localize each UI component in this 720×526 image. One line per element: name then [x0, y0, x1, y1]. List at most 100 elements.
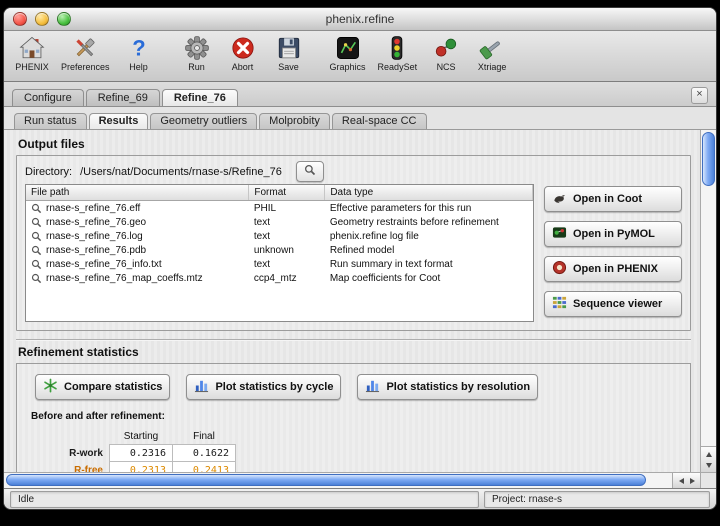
statistics-buttons-row: Compare statistics Plot statistics by cy…	[35, 374, 678, 400]
tab-refine-76[interactable]: Refine_76	[162, 89, 238, 106]
vertical-scrollbar[interactable]	[700, 130, 716, 473]
file-data-type: phenix.refine log file	[325, 229, 533, 243]
file-path: rnase-s_refine_76_info.txt	[46, 259, 162, 270]
file-format: text	[249, 229, 325, 243]
plot-statistics-by-cycle-button[interactable]: Plot statistics by cycle	[186, 374, 341, 400]
title-bar[interactable]: phenix.refine	[4, 8, 716, 31]
vertical-scrollbar-thumb[interactable]	[702, 132, 715, 186]
toolbar-label: Xtriage	[478, 62, 507, 72]
scroll-right-arrow[interactable]	[690, 478, 695, 484]
file-format: PHIL	[249, 201, 325, 216]
column-data-type[interactable]: Data type	[325, 185, 533, 201]
button-label: Plot statistics by cycle	[215, 381, 333, 393]
file-row[interactable]: rnase-s_refine_76.geotextGeometry restra…	[26, 215, 533, 229]
question-icon: ?	[125, 34, 153, 62]
horizontal-scrollbar-arrows	[672, 473, 701, 488]
toolbar-label: Run	[188, 62, 205, 72]
file-row[interactable]: rnase-s_refine_76_map_coeffs.mtz ccp4_mtz…	[26, 271, 533, 285]
toolbar-label: NCS	[437, 62, 456, 72]
toolbar-label: PHENIX	[15, 62, 49, 72]
toolbar-ncs-button[interactable]: NCS	[424, 33, 468, 73]
button-label: Open in PyMOL	[573, 228, 655, 240]
coot-bird-icon	[552, 190, 567, 208]
toolbar-abort-button[interactable]: Abort	[221, 33, 265, 73]
file-row[interactable]: rnase-s_refine_76.logtextphenix.refine l…	[26, 229, 533, 243]
stats-table-body: R-work0.23160.1622R-free0.23130.2413Bond…	[45, 445, 236, 474]
refinement-stats-table: Starting Final R-work0.23160.1622R-free0…	[45, 428, 236, 473]
output-files-table[interactable]: File path Format Data type rnase-s_refin…	[25, 184, 534, 322]
file-format: unknown	[249, 243, 325, 257]
toolbar-xtriage-button[interactable]: Xtriage	[470, 33, 514, 73]
tab-refine-69[interactable]: Refine_69	[86, 89, 160, 106]
toolbar-label: Graphics	[330, 62, 366, 72]
scroll-left-arrow[interactable]	[679, 478, 684, 484]
column-format[interactable]: Format	[249, 185, 325, 201]
magnifier-icon	[31, 217, 42, 228]
refinement-statistics-heading: Refinement statistics	[18, 345, 691, 359]
magnifier-icon	[31, 245, 42, 256]
sequence-viewer-button[interactable]: Sequence viewer	[544, 291, 682, 317]
horizontal-scrollbar-thumb[interactable]	[6, 474, 646, 486]
file-path: rnase-s_refine_76.pdb	[46, 245, 146, 256]
toolbar: PHENIX Preferences ? Help Run Abort Save…	[4, 31, 716, 82]
tab-results[interactable]: Results	[89, 113, 149, 129]
file-format: ccp4_mtz	[249, 271, 325, 285]
file-format: text	[249, 257, 325, 271]
file-row[interactable]: rnase-s_refine_76.eff PHILEffective param…	[26, 201, 533, 216]
plot-statistics-by-resolution-button[interactable]: Plot statistics by resolution	[357, 374, 538, 400]
toolbar-graphics-button[interactable]: Graphics	[325, 33, 371, 73]
toolbar-label: Save	[278, 62, 299, 72]
toolbar-label: Help	[129, 62, 148, 72]
open-in-coot-button[interactable]: Open in Coot	[544, 186, 682, 212]
stat-starting-value: 0.2316	[110, 445, 173, 462]
pymol-icon	[552, 225, 567, 243]
file-table-body: rnase-s_refine_76.eff PHILEffective param…	[26, 201, 533, 286]
tab-run-status[interactable]: Run status	[14, 113, 87, 129]
stat-final-value: 0.1622	[173, 445, 236, 462]
browse-directory-button[interactable]	[296, 161, 324, 182]
file-row[interactable]: rnase-s_refine_76.pdbunknownRefined mode…	[26, 243, 533, 257]
file-data-type: Effective parameters for this run	[325, 201, 533, 216]
output-files-heading: Output files	[18, 137, 691, 151]
column-file-path[interactable]: File path	[26, 185, 249, 201]
green-star-icon	[43, 378, 58, 396]
project-indicator: Project: rnase-s	[484, 491, 710, 508]
column-final: Final	[173, 428, 236, 445]
window-title: phenix.refine	[4, 12, 716, 26]
file-path: rnase-s_refine_76.eff	[46, 203, 140, 214]
compare-statistics-button[interactable]: Compare statistics	[35, 374, 170, 400]
graphics-icon	[334, 34, 362, 62]
toolbar-preferences-button[interactable]: Preferences	[56, 33, 115, 73]
horizontal-scrollbar[interactable]	[4, 472, 716, 488]
refinement-statistics-panel: Compare statistics Plot statistics by cy…	[16, 363, 691, 473]
open-in-buttons: Open in Coot Open in PyMOL Open in PHENI…	[544, 184, 682, 317]
toolbar-help-button[interactable]: ? Help	[117, 33, 161, 73]
tab-configure[interactable]: Configure	[12, 89, 84, 106]
toolbar-phenix-button[interactable]: PHENIX	[10, 33, 54, 73]
content-area: Output files Directory: /Users/nat/Docum…	[4, 130, 716, 488]
scroll-down-arrow[interactable]	[706, 463, 712, 468]
magnifier-icon	[31, 273, 42, 284]
tab-molprobity[interactable]: Molprobity	[259, 113, 330, 129]
stat-label: R-work	[45, 445, 110, 462]
toolbar-save-button[interactable]: Save	[267, 33, 311, 73]
section-divider	[16, 339, 691, 341]
open-in-pymol-button[interactable]: Open in PyMOL	[544, 221, 682, 247]
file-path: rnase-s_refine_76_map_coeffs.mtz	[46, 273, 203, 284]
toolbar-label: Preferences	[61, 62, 110, 72]
scroll-up-arrow[interactable]	[706, 452, 712, 457]
directory-row: Directory: /Users/nat/Documents/rnase-s/…	[25, 159, 682, 184]
toolbar-readyset-button[interactable]: ReadySet	[373, 33, 423, 73]
bar-chart-icon	[194, 378, 209, 396]
toolbar-run-button[interactable]: Run	[175, 33, 219, 73]
tab-real-space-cc[interactable]: Real-space CC	[332, 113, 427, 129]
tab-geometry-outliers[interactable]: Geometry outliers	[150, 113, 257, 129]
button-label: Compare statistics	[64, 381, 162, 393]
file-row[interactable]: rnase-s_refine_76_info.txttextRun summar…	[26, 257, 533, 271]
stats-header-row: Starting Final	[45, 428, 236, 445]
sequence-grid-icon	[552, 295, 567, 313]
close-tab-button[interactable]: ×	[691, 87, 708, 104]
open-in-phenix-button[interactable]: Open in PHENIX	[544, 256, 682, 282]
before-after-caption: Before and after refinement:	[31, 411, 678, 422]
directory-label: Directory:	[25, 166, 72, 178]
